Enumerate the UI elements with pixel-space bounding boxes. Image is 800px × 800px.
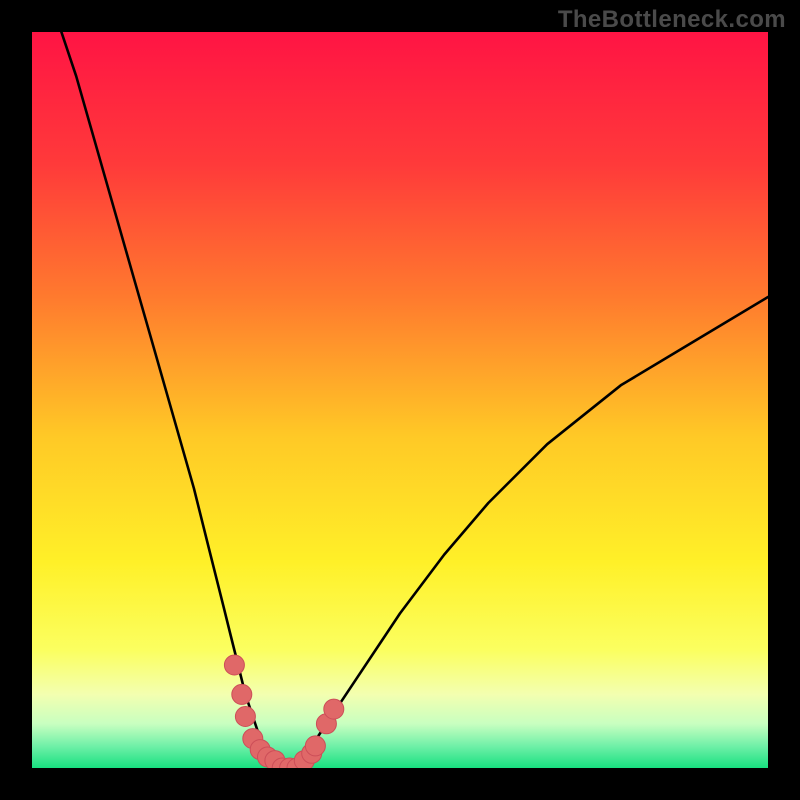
- plot-area: [32, 32, 768, 768]
- background-gradient: [32, 32, 768, 768]
- chart-frame: TheBottleneck.com: [0, 0, 800, 800]
- watermark-text: TheBottleneck.com: [558, 6, 786, 34]
